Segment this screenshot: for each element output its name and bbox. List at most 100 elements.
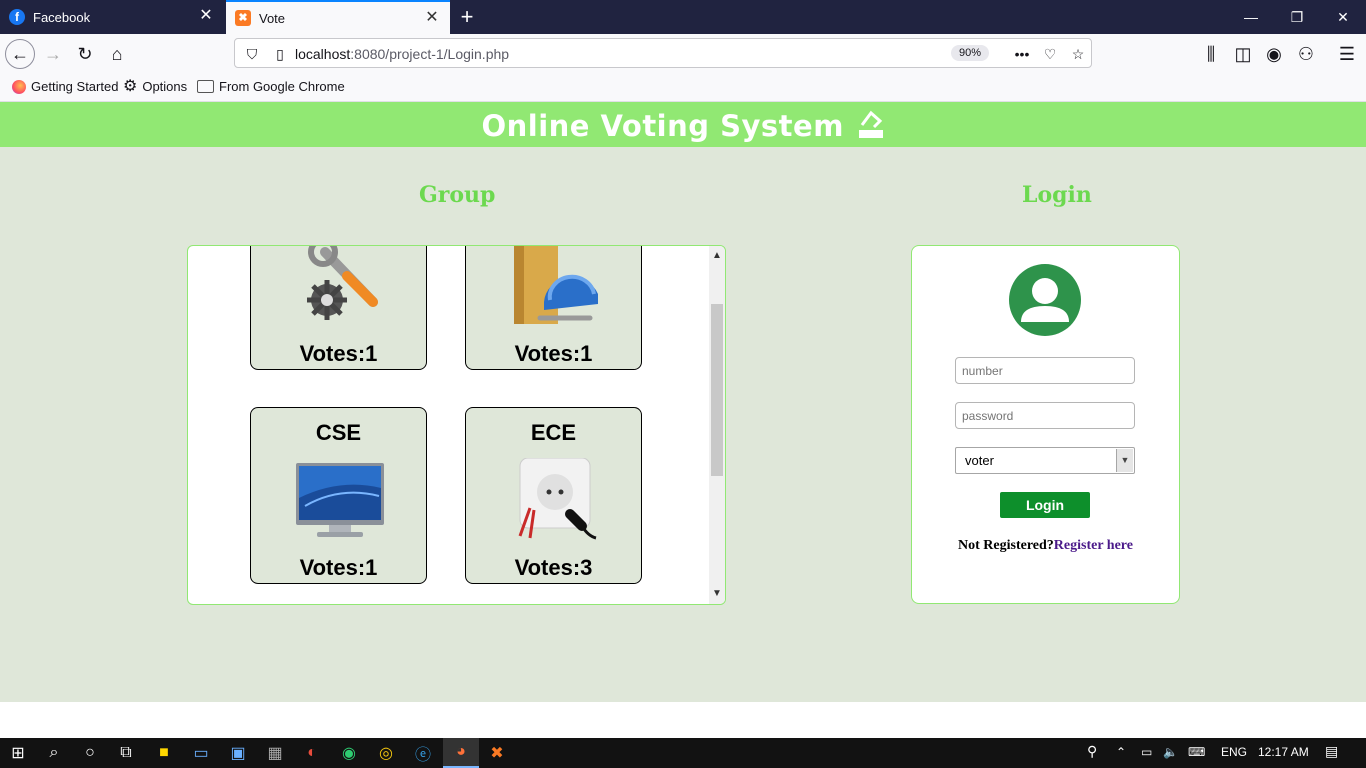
windows-start-icon[interactable]: ⊞ [6,741,30,765]
url-path: :8080/project-1/Login.php [350,46,510,62]
url-host: localhost [295,46,351,62]
group-name: ECE [530,420,577,445]
people-icon[interactable]: ⚲ [1087,743,1097,760]
not-registered-text: Not Registered? [958,538,1054,553]
xampp-icon: ✖ [235,10,251,26]
calculator-icon[interactable]: ▦ [263,741,287,765]
close-icon[interactable]: ✕ [198,8,214,24]
back-icon[interactable]: ← [5,39,35,69]
tab-label: Facebook [33,9,91,25]
bookmark-getting-started[interactable]: Getting Started [12,79,118,94]
login-button[interactable]: Login [1000,492,1090,518]
role-select[interactable]: voter ▼ [955,447,1135,474]
bookmark-label: Options [142,79,188,94]
vote-count: Votes:1 [514,341,593,366]
bookmark-label: Getting Started [31,79,119,94]
group-card[interactable]: Votes:1 [250,246,427,370]
remote-desktop-icon[interactable]: ▭ [189,741,213,765]
sticky-notes-icon[interactable]: ■ [152,741,176,765]
close-icon[interactable]: ✕ [424,10,440,26]
url-text[interactable]: localhost:8080/project-1/Login.php [295,46,509,62]
home-icon[interactable]: ⌂ [102,39,132,69]
close-window-icon[interactable]: ✕ [1320,6,1366,28]
internet-explorer-icon[interactable]: ⓔ [411,741,435,765]
folder-helmet-icon [514,246,598,324]
scroll-up-icon[interactable]: ▲ [709,248,725,264]
sidebar-icon[interactable]: ◫ [1228,39,1258,69]
vote-count: Votes:1 [299,341,378,366]
bookmark-label: From Google Chrome [219,79,345,94]
search-icon[interactable]: ⌕ [42,741,66,765]
folder-icon [197,80,214,93]
page-content: Online Voting System Group Login Votes:1… [0,102,1366,702]
register-prompt: Not Registered?Register here [912,538,1179,554]
more-actions-icon[interactable]: ••• [1013,45,1031,63]
reload-icon[interactable]: ↻ [70,39,100,69]
chevron-up-icon[interactable]: ⌃ [1116,745,1126,759]
clock[interactable]: 12:17 AM [1258,745,1309,759]
paint-icon[interactable]: ◐ [300,741,324,765]
firefox-icon [12,79,26,94]
battery-icon[interactable]: ▭ [1141,745,1152,759]
forward-icon[interactable]: → [38,39,68,69]
password-input[interactable] [955,402,1135,429]
bookmark-options[interactable]: ⚙ Options [123,77,188,95]
chevron-down-icon[interactable]: ▼ [1116,449,1133,472]
tab-vote[interactable]: ✖ Vote ✕ [226,0,450,34]
vote-count: Votes:3 [514,555,593,580]
tab-facebook[interactable]: f Facebook ✕ [0,0,224,34]
restore-icon[interactable]: ❐ [1274,6,1320,28]
notifications-icon[interactable]: ▤ [1325,743,1338,760]
keyboard-icon[interactable]: ⌨ [1188,745,1205,759]
ballot-box-icon [858,110,883,138]
edge-icon[interactable]: ◉ [337,741,361,765]
group-card[interactable]: Votes:1 [465,246,642,370]
page-icon[interactable]: ▯ [271,45,289,63]
shield-icon[interactable]: ⛉ [243,45,261,63]
bookmark-folder-chrome[interactable]: From Google Chrome [197,79,345,94]
group-scrollbar[interactable]: ▲ ▼ [709,246,725,604]
pocket-icon[interactable]: ♡ [1041,45,1059,63]
minimize-icon[interactable]: — [1228,6,1274,28]
site-header: Online Voting System [0,102,1366,147]
cortana-icon[interactable]: ○ [78,741,102,765]
language-indicator[interactable]: ENG [1221,745,1247,759]
scroll-thumb[interactable] [711,304,723,476]
wrench-gear-icon [307,246,378,320]
role-select-value: voter [965,453,994,468]
xampp-taskbar-icon[interactable]: ✖ [485,741,509,765]
url-bar[interactable]: ⛉ ▯ localhost:8080/project-1/Login.php 9… [234,38,1092,68]
gear-icon: ⚙ [123,77,138,95]
scroll-down-icon[interactable]: ▼ [709,586,725,602]
group-heading: Group [419,182,496,208]
vote-count: Votes:1 [299,555,378,580]
task-view-icon[interactable]: ⧉ [114,741,138,765]
site-title-text: Online Voting System [481,109,844,143]
group-list[interactable]: Votes:1 Votes:1 CSE Votes:1 ECE Votes:3 … [187,245,726,605]
chrome-icon[interactable]: ◎ [374,741,398,765]
group-card[interactable]: ECE Votes:3 [465,407,642,584]
account-icon[interactable]: ◉ [1259,39,1289,69]
tab-label: Vote [259,10,286,26]
bookmarks-toolbar: Getting Started ⚙ Options From Google Ch… [0,74,1366,102]
windows-taskbar: ⊞ ⌕ ○ ⧉ ■ ▭ ▣ ▦ ◐ ◉ ◎ ⓔ ◕ ✖ ⚲ ⌃ ▭ 🔈 ⌨ EN… [0,738,1366,768]
user-avatar-icon [1009,264,1081,336]
pc-icon[interactable]: ▣ [226,741,250,765]
power-socket-icon [518,458,597,540]
site-title: Online Voting System [0,109,1366,143]
extension-icon[interactable]: ⚇ [1291,39,1321,69]
zoom-level[interactable]: 90% [951,45,989,61]
monitor-icon [296,463,384,537]
group-card[interactable]: CSE Votes:1 [250,407,427,584]
bookmark-star-icon[interactable]: ☆ [1069,45,1087,63]
facebook-icon: f [9,9,25,25]
library-icon[interactable]: ⫼ [1196,39,1226,69]
new-tab-icon[interactable]: + [456,6,478,28]
register-link[interactable]: Register here [1054,538,1133,553]
volume-icon[interactable]: 🔈 [1163,745,1178,759]
login-heading: Login [1022,182,1092,208]
number-input[interactable] [955,357,1135,384]
login-form: voter ▼ Login Not Registered?Register he… [911,245,1180,604]
menu-icon[interactable]: ☰ [1332,39,1362,69]
firefox-taskbar-icon[interactable]: ◕ [443,738,479,768]
